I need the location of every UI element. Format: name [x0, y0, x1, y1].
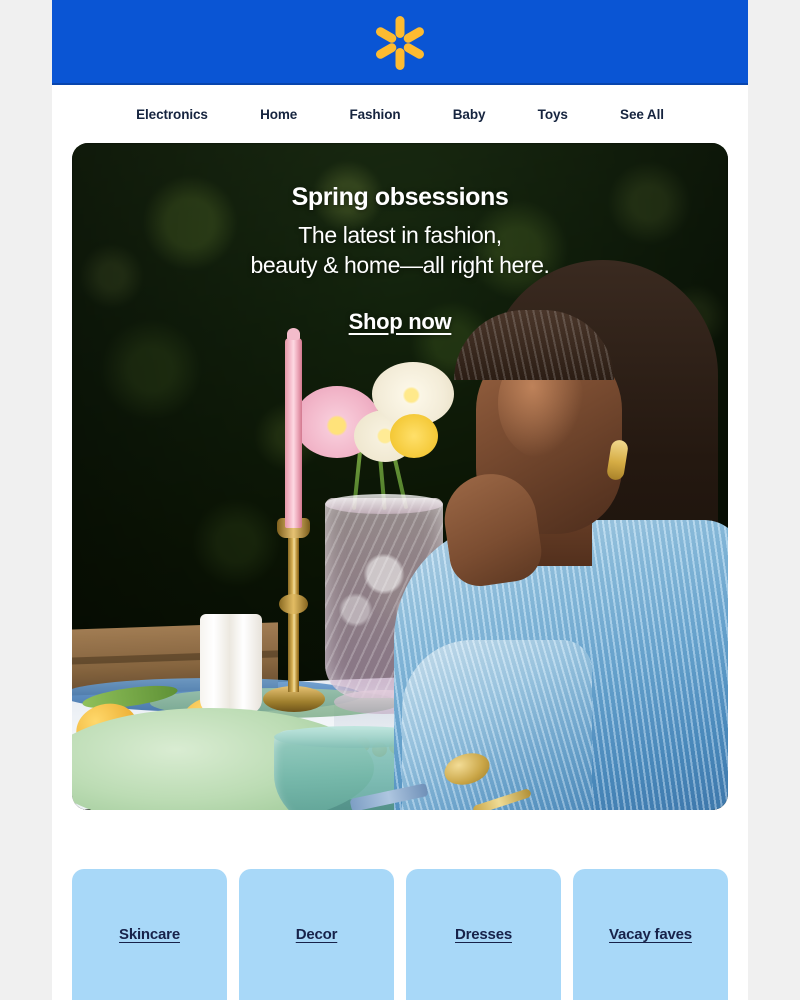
shop-now-link[interactable]: Shop now [349, 309, 452, 335]
tile-dresses[interactable]: Dresses [406, 869, 561, 1000]
spark-petal [395, 15, 405, 38]
spark-petal [402, 41, 426, 60]
nav-item-baby[interactable]: Baby [427, 107, 512, 122]
tile-link-label[interactable]: Skincare [119, 926, 180, 943]
hero-subtitle-line1: The latest in fashion, [298, 221, 502, 248]
hero-subtitle-line2: beauty & home—all right here. [250, 252, 550, 279]
brand-header [52, 0, 748, 85]
tile-decor[interactable]: Decor [239, 869, 394, 1000]
tile-link-label[interactable]: Dresses [455, 926, 512, 943]
hero-banner[interactable]: Spring obsessions The latest in fashion,… [72, 143, 728, 810]
category-nav: Electronics Home Fashion Baby Toys See A… [52, 85, 748, 143]
spark-petal [402, 25, 426, 44]
spark-petal [395, 47, 405, 70]
email-body: Electronics Home Fashion Baby Toys See A… [52, 0, 748, 1000]
spark-petal [374, 25, 398, 44]
spark-petal [374, 41, 398, 60]
tile-vacay-faves[interactable]: Vacay faves [573, 869, 728, 1000]
tile-link-label[interactable]: Decor [296, 926, 338, 943]
hero-title: Spring obsessions [291, 183, 509, 211]
nav-item-home[interactable]: Home [234, 107, 323, 122]
pink-candle [285, 338, 302, 528]
white-ribbed-vase [200, 614, 262, 714]
tile-link-label[interactable]: Vacay faves [609, 926, 692, 943]
tile-skincare[interactable]: Skincare [72, 869, 227, 1000]
category-tiles: Skincare Decor Dresses Vacay faves [52, 869, 748, 1000]
blouse-sleeve [402, 640, 592, 810]
nav-item-see-all[interactable]: See All [594, 107, 690, 122]
nav-item-toys[interactable]: Toys [512, 107, 594, 122]
candlestick-knob [279, 594, 308, 614]
nav-item-electronics[interactable]: Electronics [110, 107, 234, 122]
nav-item-fashion[interactable]: Fashion [323, 107, 426, 122]
walmart-spark-logo[interactable] [368, 11, 432, 75]
hero-copy: Spring obsessions The latest in fashion,… [72, 183, 728, 335]
hero-section: Spring obsessions The latest in fashion,… [52, 143, 748, 810]
